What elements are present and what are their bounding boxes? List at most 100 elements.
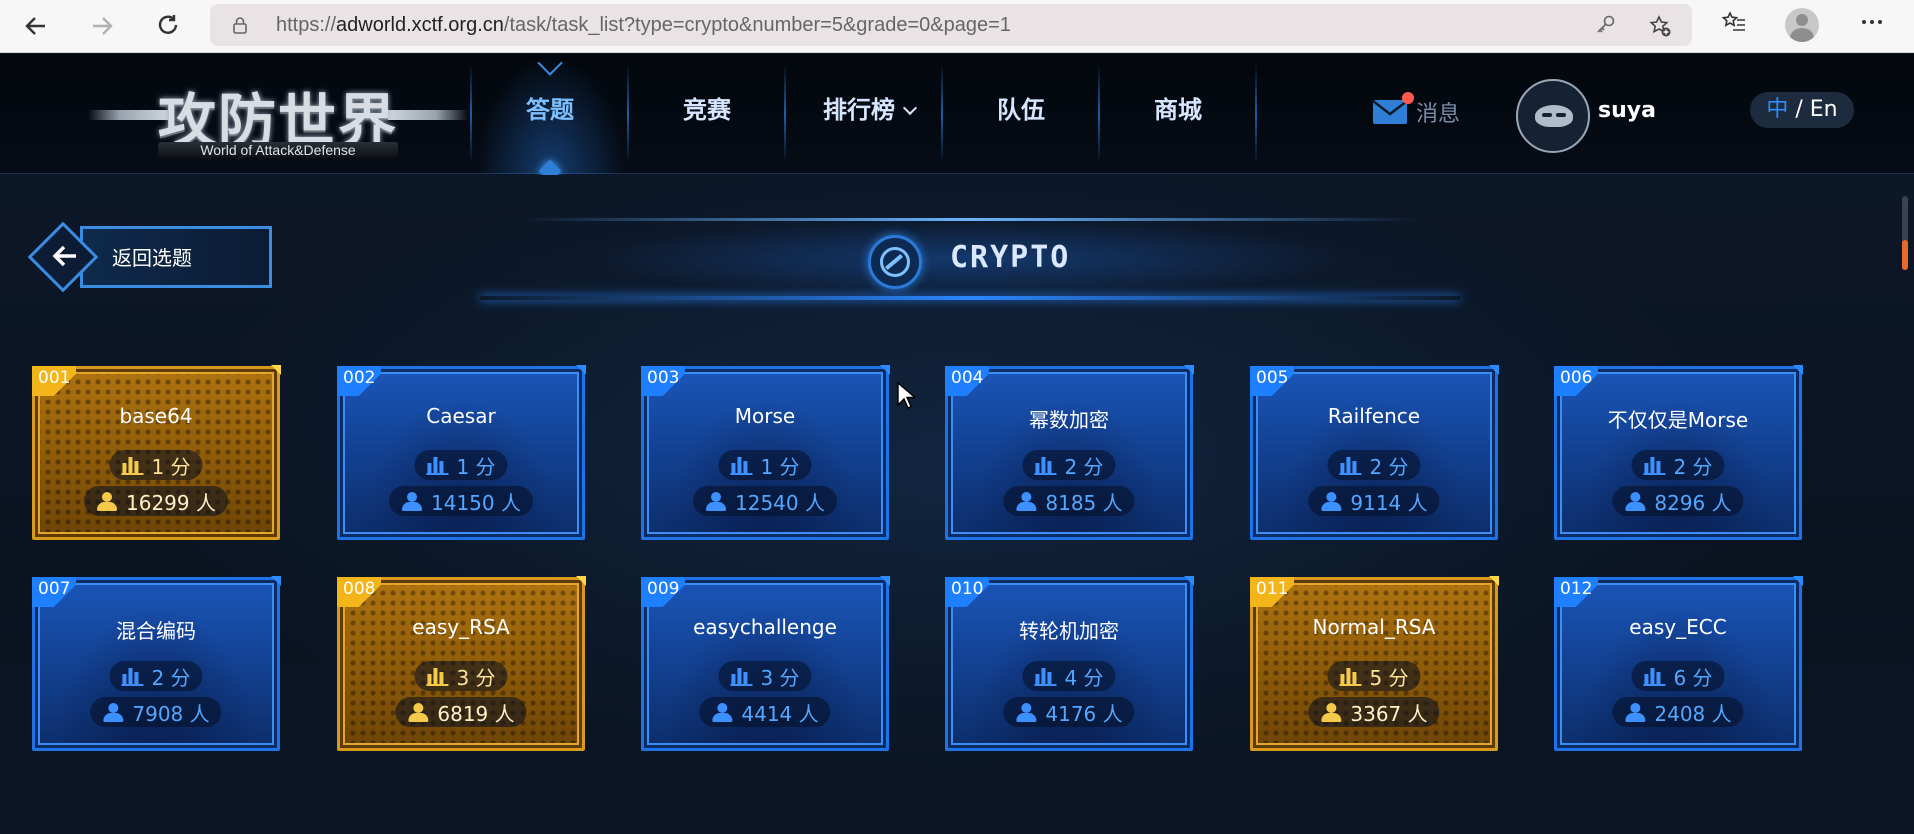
favorite-add-icon[interactable]: [1648, 14, 1672, 38]
user-icon: [401, 491, 423, 511]
back-button-label: 返回选题: [112, 246, 192, 270]
scrollbar-thumb[interactable]: [1902, 240, 1908, 270]
nav-item-answer[interactable]: 答题: [480, 90, 620, 130]
unread-dot: [1402, 92, 1414, 104]
nav-item-leaderboard[interactable]: 排行榜: [794, 90, 944, 130]
task-title: Caesar: [426, 404, 496, 428]
task-solvers-value: 2408 人: [1654, 701, 1732, 726]
mail-icon: [1372, 92, 1414, 126]
task-solvers: 12540 人: [693, 486, 837, 516]
crypto-key-icon: [868, 235, 922, 289]
forward-arrow-icon[interactable]: [82, 7, 122, 45]
messages-button[interactable]: 消息: [1372, 92, 1460, 130]
task-solvers: 2408 人: [1612, 697, 1744, 727]
task-card-corner: [1489, 365, 1499, 375]
task-card-corner: [880, 365, 890, 375]
task-solvers: 3367 人: [1308, 697, 1440, 727]
language-switch[interactable]: 中 / En: [1750, 92, 1854, 128]
nav-item-leaderboard-label: 排行榜: [823, 96, 895, 124]
lang-zh[interactable]: 中: [1766, 97, 1788, 122]
nav-item-store[interactable]: 商城: [1108, 90, 1248, 130]
task-card[interactable]: 003 Morse 1 分 12540 人: [641, 365, 890, 540]
task-score-value: 3 分: [760, 665, 800, 690]
reload-icon[interactable]: [148, 7, 188, 45]
task-solvers: 9114 人: [1308, 486, 1440, 516]
avatar-mask-icon: [1535, 105, 1573, 127]
task-title: Railfence: [1327, 404, 1421, 428]
task-title: base64: [119, 404, 193, 428]
task-title: Morse: [734, 404, 796, 428]
task-number-badge: 011: [1250, 577, 1294, 607]
back-arrow-icon[interactable]: [16, 7, 56, 45]
task-card[interactable]: 005 Railfence 2 分 9114 人: [1250, 365, 1499, 540]
user-icon: [1624, 491, 1646, 511]
bar-chart-icon: [730, 455, 753, 475]
task-title: 转轮机加密: [1019, 619, 1119, 643]
arrow-left-icon: [50, 238, 80, 274]
task-card[interactable]: 008 easy_RSA 3 分 6819 人: [337, 576, 586, 751]
user-icon: [1624, 702, 1646, 722]
task-score: 2 分: [1631, 450, 1725, 480]
logo-subtitle: World of Attack&Defense: [158, 142, 398, 158]
lang-en[interactable]: En: [1810, 97, 1838, 122]
nav-divider: [784, 64, 786, 164]
task-card[interactable]: 011 Normal_RSA 5 分 3367 人: [1250, 576, 1499, 751]
nav-item-team[interactable]: 队伍: [951, 90, 1091, 130]
task-card-corner: [1184, 576, 1194, 586]
user-icon: [102, 702, 124, 722]
task-card-corner: [271, 576, 281, 586]
more-menu-icon[interactable]: [1856, 9, 1888, 41]
task-score: 2 分: [1022, 450, 1116, 480]
task-solvers: 4414 人: [699, 697, 831, 727]
username[interactable]: suya: [1598, 98, 1656, 123]
task-score: 2 分: [1327, 450, 1421, 480]
back-to-categories-button[interactable]: 返回选题: [27, 221, 272, 293]
task-title: 混合编码: [116, 619, 196, 643]
task-card[interactable]: 012 easy_ECC 6 分 2408 人: [1554, 576, 1803, 751]
task-card[interactable]: 004 幂数加密 2 分 8185 人: [945, 365, 1194, 540]
task-score: 2 分: [109, 661, 203, 691]
task-number-badge: 003: [641, 366, 685, 396]
task-solvers-value: 4414 人: [741, 701, 819, 726]
task-card[interactable]: 007 混合编码 2 分 7908 人: [32, 576, 281, 751]
bar-chart-icon: [1034, 455, 1057, 475]
task-card[interactable]: 010 转轮机加密 4 分 4176 人: [945, 576, 1194, 751]
key-icon[interactable]: [1594, 14, 1618, 38]
avatar[interactable]: [1516, 79, 1590, 153]
task-card-corner: [1489, 576, 1499, 586]
user-icon: [1015, 702, 1037, 722]
task-solvers-value: 12540 人: [735, 490, 825, 515]
site-header: 攻防世界 World of Attack&Defense 答题 竞赛 排行榜 队…: [0, 50, 1914, 183]
bar-chart-icon: [121, 666, 144, 686]
task-title: 幂数加密: [1029, 408, 1109, 432]
task-number-badge: 004: [945, 366, 989, 396]
favorites-icon[interactable]: [1718, 9, 1750, 41]
task-score-value: 1 分: [456, 454, 496, 479]
task-number-badge: 001: [32, 366, 76, 396]
nav-item-competition[interactable]: 竞赛: [637, 90, 777, 130]
category-title: CRYPTO: [950, 240, 1071, 275]
task-title: easy_ECC: [1629, 615, 1727, 639]
task-card[interactable]: 006 不仅仅是Morse 2 分 8296 人: [1554, 365, 1803, 540]
task-solvers-value: 16299 人: [126, 490, 216, 515]
category-banner: CRYPTO: [480, 218, 1460, 302]
task-score: 1 分: [414, 450, 508, 480]
url-text[interactable]: https://adworld.xctf.org.cn/task/task_li…: [276, 14, 1011, 37]
task-card[interactable]: 009 easychallenge 3 分 4414 人: [641, 576, 890, 751]
bar-chart-icon: [1643, 666, 1666, 686]
task-card[interactable]: 001 base64 1 分 16299 人: [32, 365, 281, 540]
lang-separator: /: [1788, 97, 1810, 122]
task-card-corner: [271, 365, 281, 375]
address-bar[interactable]: https://adworld.xctf.org.cn/task/task_li…: [210, 4, 1692, 46]
task-card[interactable]: 002 Caesar 1 分 14150 人: [337, 365, 586, 540]
site-logo[interactable]: 攻防世界 World of Attack&Defense: [88, 66, 468, 166]
profile-icon[interactable]: [1785, 8, 1819, 42]
task-score-value: 5 分: [1369, 665, 1409, 690]
chevron-down-icon: [902, 100, 918, 116]
task-number-badge: 007: [32, 577, 76, 607]
task-score: 4 分: [1022, 661, 1116, 691]
nav-divider: [470, 64, 472, 164]
lock-icon[interactable]: [232, 16, 248, 34]
task-solvers-value: 4176 人: [1045, 701, 1123, 726]
task-title: 不仅仅是Morse: [1607, 408, 1749, 432]
